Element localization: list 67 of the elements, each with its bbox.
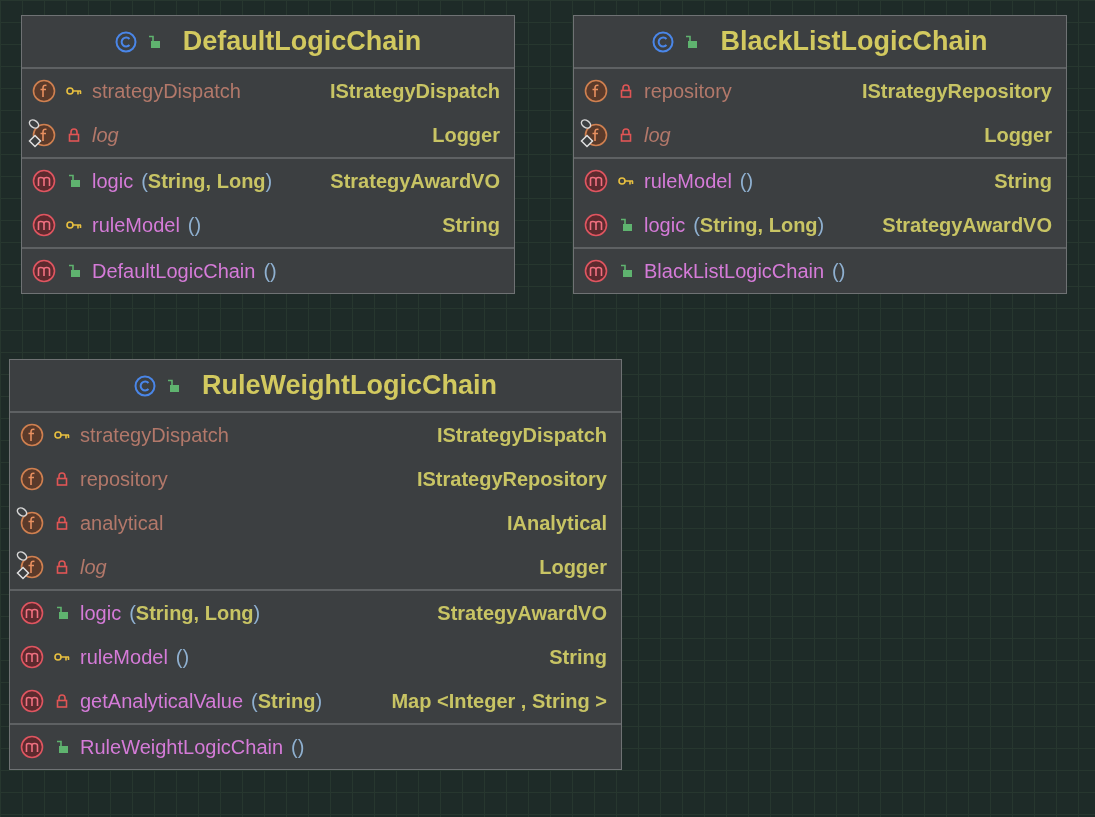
method-name: logic <box>644 213 686 238</box>
parameter-list: () <box>832 256 846 286</box>
type-name: IAnalytical <box>506 511 607 536</box>
method-icon <box>584 169 608 193</box>
type-name: IStrategyDispatch <box>329 79 500 104</box>
parameter-list: (String) <box>251 686 323 716</box>
parameter-list: () <box>739 166 754 196</box>
parameter-list: (String, Long) <box>141 166 273 196</box>
method-icon <box>584 259 608 283</box>
type-name: StrategyAwardVO <box>437 601 607 626</box>
field-name: repository <box>80 467 168 492</box>
type-name: Logger <box>432 123 500 148</box>
type-name: Logger <box>539 555 607 580</box>
parameter-list: (String, Long) <box>693 210 825 240</box>
field-icon <box>20 511 44 535</box>
parameter-list: () <box>263 256 277 286</box>
type-name: String <box>549 645 607 670</box>
field-icon <box>32 79 56 103</box>
class-node[interactable] <box>9 359 622 770</box>
method-icon <box>32 169 56 193</box>
class-icon <box>114 30 137 53</box>
method-name: DefaultLogicChain <box>92 259 256 284</box>
method-name: ruleModel <box>80 645 168 670</box>
method-name: BlackListLogicChain <box>644 259 825 284</box>
field-name: repository <box>644 79 732 104</box>
method-name: logic <box>80 601 122 626</box>
class-title: BlackListLogicChain <box>720 25 988 59</box>
field-icon <box>20 467 44 491</box>
field-icon <box>20 423 44 447</box>
field-name: analytical <box>80 511 164 536</box>
class-node[interactable]: DefaultLogicChain strategyDispatch IStrategyDispatch log Logger logic (String, Long) StrategyAwardVO ruleModel () String DefaultLogicChain () <box>21 15 515 294</box>
type-name: IStrategyDispatch <box>436 423 607 448</box>
parameter-list: () <box>187 210 202 240</box>
field-name: log <box>80 555 107 580</box>
method-name: ruleModel <box>644 169 732 194</box>
type-name: Logger <box>984 123 1052 148</box>
method-name: ruleModel <box>92 213 180 238</box>
method-icon <box>20 645 44 669</box>
class-icon <box>652 30 675 53</box>
type-name: String <box>994 169 1052 194</box>
method-name: RuleWeightLogicChain <box>80 735 284 760</box>
type-name: String <box>442 213 500 238</box>
method-icon <box>20 689 44 713</box>
type-name: Map <Integer , String > <box>391 689 607 714</box>
method-icon <box>20 601 44 625</box>
class-title: DefaultLogicChain <box>182 25 422 59</box>
method-name: getAnalyticalValue <box>80 689 244 714</box>
method-name: logic <box>92 169 134 194</box>
parameter-list: (String, Long) <box>129 598 261 628</box>
method-icon <box>584 213 608 237</box>
type-name: IStrategyRepository <box>861 79 1052 104</box>
class-node[interactable]: BlackListLogicChain repository IStrategyRepository log Logger ruleModel () String logic (String, Long) StrategyAwardVO BlackListLogicChain () <box>573 15 1067 294</box>
class-title: RuleWeightLogicChain <box>202 369 497 403</box>
method-icon <box>32 259 56 283</box>
field-name: log <box>92 123 119 148</box>
method-icon <box>20 735 44 759</box>
field-name: strategyDispatch <box>80 423 229 448</box>
field-name: log <box>644 123 671 148</box>
parameter-list: () <box>175 642 190 672</box>
type-name: StrategyAwardVO <box>330 169 500 194</box>
type-name: IStrategyRepository <box>416 467 607 492</box>
method-icon <box>32 213 56 237</box>
type-name: StrategyAwardVO <box>882 213 1052 238</box>
parameter-list: () <box>291 732 305 762</box>
field-icon <box>584 79 608 103</box>
field-name: strategyDispatch <box>92 79 241 104</box>
class-icon <box>134 374 156 397</box>
